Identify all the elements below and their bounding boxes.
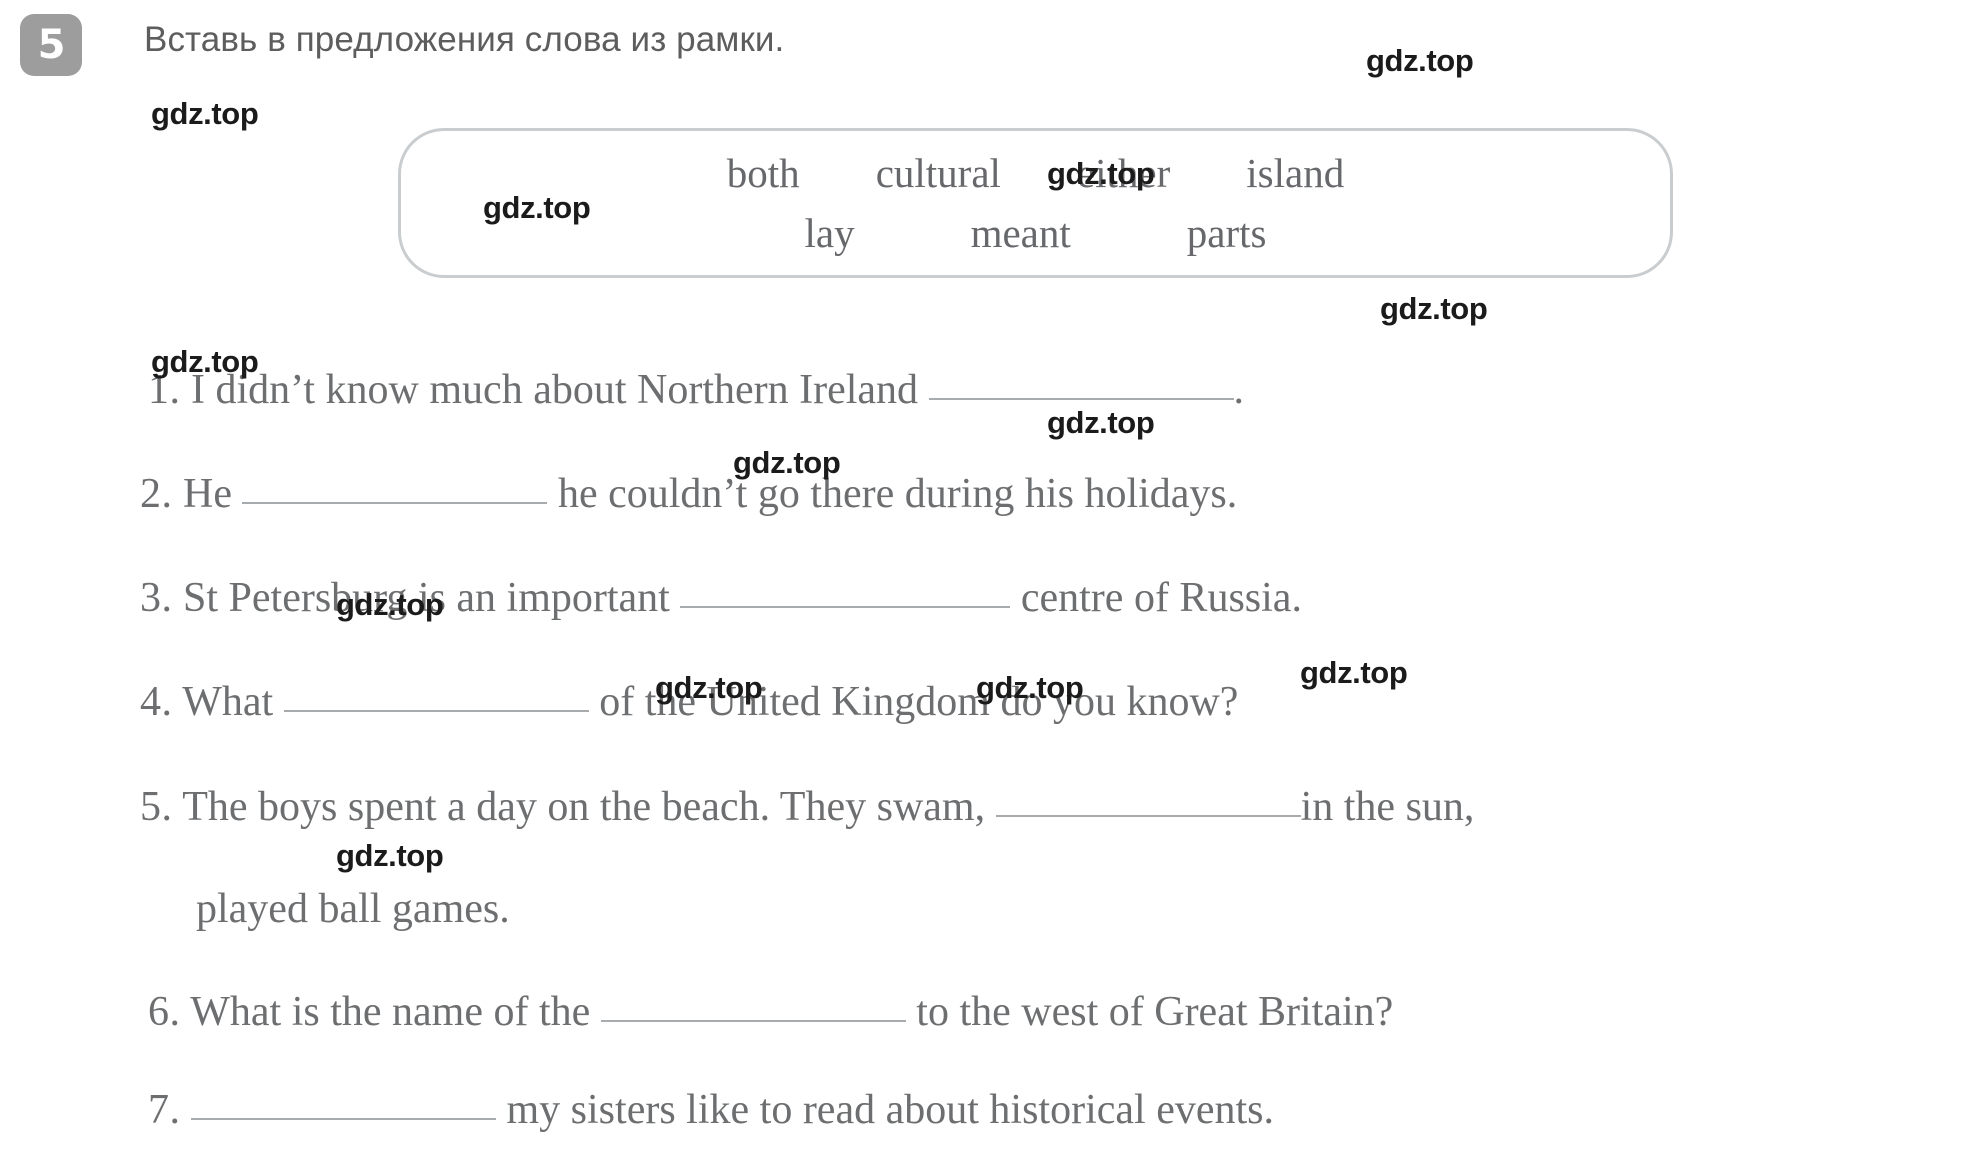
sentence-3-blank[interactable]	[680, 574, 1011, 608]
watermark: gdz.top	[1047, 405, 1155, 440]
sentence-6-text-before: What is the name of the	[190, 989, 591, 1035]
sentence-6-text-after: to the west of Great Britain?	[916, 989, 1394, 1035]
sentence-4-blank[interactable]	[283, 678, 589, 712]
sentence-1-text-after: .	[1233, 367, 1245, 413]
watermark: gdz.top	[1047, 156, 1155, 191]
sentence-5-blank[interactable]	[995, 783, 1301, 817]
watermark: gdz.top	[1380, 291, 1488, 326]
sentence-2: 2. He he couldn’t go there during his ho…	[140, 470, 1237, 515]
sentence-2-blank[interactable]	[242, 470, 548, 504]
sentence-5-text-after: in the sun,	[1300, 784, 1475, 830]
sentence-4-text-before: What	[182, 679, 274, 725]
sentence-7-blank[interactable]	[191, 1086, 496, 1120]
watermark: gdz.top	[733, 445, 841, 480]
watermark: gdz.top	[483, 190, 591, 225]
watermark: gdz.top	[151, 344, 259, 379]
word-bank-item-both[interactable]: both	[727, 149, 800, 197]
watermark: gdz.top	[655, 670, 763, 705]
sentence-7-text-after: my sisters like to read about historical…	[506, 1087, 1274, 1133]
word-bank-item-lay[interactable]: lay	[805, 209, 855, 257]
sentence-1-blank[interactable]	[928, 366, 1234, 400]
sentence-6: 6. What is the name of the to the west o…	[148, 988, 1393, 1033]
sentence-4-number: 4.	[140, 679, 173, 725]
word-bank-item-island[interactable]: island	[1246, 149, 1344, 197]
sentence-5-number: 5.	[140, 784, 173, 830]
sentence-2-number: 2.	[140, 471, 173, 517]
sentence-7: 7. my sisters like to read about histori…	[148, 1086, 1274, 1131]
sentence-5-text-before: The boys spent a day on the beach. They …	[182, 784, 986, 830]
exercise-number-badge: 5	[20, 14, 82, 76]
word-bank-row-2: lay meant parts	[401, 209, 1670, 257]
sentence-6-blank[interactable]	[600, 988, 906, 1022]
watermark: gdz.top	[1300, 655, 1408, 690]
watermark: gdz.top	[336, 838, 444, 873]
watermark: gdz.top	[976, 670, 1084, 705]
watermark: gdz.top	[151, 96, 259, 131]
exercise-instruction: Вставь в предложения слова из рамки.	[144, 20, 785, 59]
word-bank-item-parts[interactable]: parts	[1187, 209, 1267, 257]
sentence-3-number: 3.	[140, 575, 173, 621]
sentence-5: 5. The boys spent a day on the beach. Th…	[140, 783, 1474, 828]
watermark: gdz.top	[336, 587, 444, 622]
sentence-5-continuation: played ball games.	[196, 886, 510, 932]
sentence-7-number: 7.	[148, 1087, 181, 1133]
word-bank-item-meant[interactable]: meant	[971, 209, 1071, 257]
sentence-2-text-before: He	[183, 471, 232, 517]
sentence-6-number: 6.	[148, 989, 181, 1035]
word-bank-row-1: both cultural either island	[401, 149, 1670, 197]
sentence-2-text-after: he couldn’t go there during his holidays…	[557, 471, 1238, 517]
sentence-3: 3. St Petersburg is an important centre …	[140, 574, 1302, 619]
sentence-1-text-before: I didn’t know much about Northern Irelan…	[191, 367, 919, 413]
sentence-3-text-after: centre of Russia.	[1020, 575, 1302, 621]
watermark: gdz.top	[1366, 43, 1474, 78]
word-bank-item-cultural[interactable]: cultural	[876, 149, 1001, 197]
